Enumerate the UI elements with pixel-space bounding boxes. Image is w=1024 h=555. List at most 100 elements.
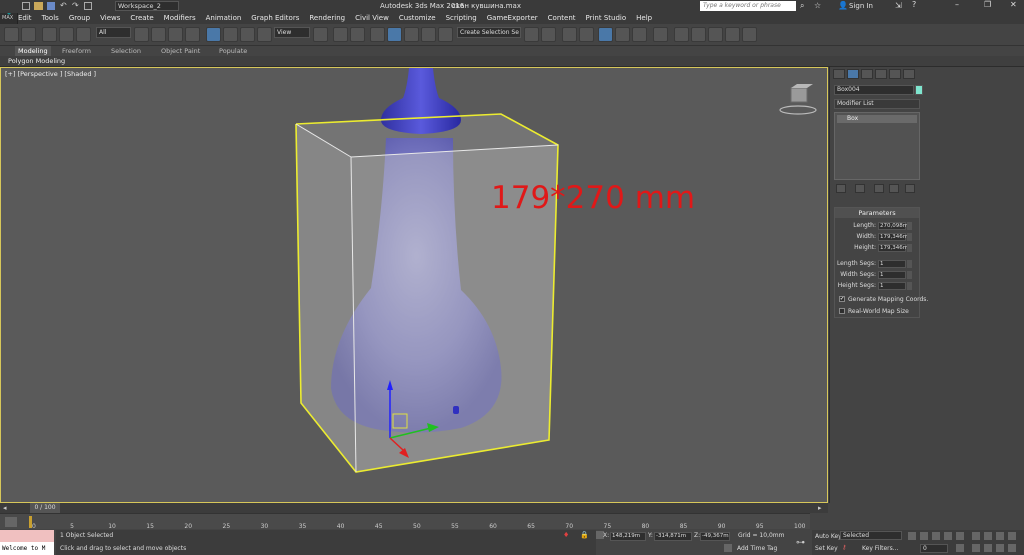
current-frame-field[interactable]: 0 [920,544,948,553]
render-production-icon[interactable] [708,27,723,42]
next-frame-icon[interactable] [944,532,952,540]
ribbon-toggle-icon[interactable] [598,27,613,42]
width-field[interactable]: 179,346m [878,233,908,241]
reference-coordinate-dropdown[interactable]: View [274,27,310,38]
add-time-tag[interactable]: Add Time Tag [737,545,777,552]
open-file-icon[interactable] [34,2,43,10]
menu-item-edit[interactable]: Edit [18,13,32,24]
zoom-all-icon[interactable] [984,532,992,540]
select-and-move-icon[interactable] [206,27,221,42]
ribbon-panel-label[interactable]: Polygon Modeling [8,57,65,65]
keyboard-shortcut-icon[interactable] [350,27,365,42]
select-and-scale-icon[interactable] [240,27,255,42]
select-and-rotate-icon[interactable] [223,27,238,42]
mirror-icon[interactable] [524,27,539,42]
help-icon[interactable]: ? [912,0,916,9]
length-segs-spinner[interactable] [907,260,912,268]
width-segs-spinner[interactable] [907,271,912,279]
ribbon-tab-modeling[interactable]: Modeling [15,46,51,56]
snaps-toggle-icon[interactable] [370,27,385,42]
redo-icon[interactable] [21,27,36,42]
cart-icon[interactable]: ⇲ [895,1,902,10]
z-coordinate[interactable]: -49,367m [700,532,730,541]
perspective-viewport[interactable]: [+] [Perspective ] [Shaded ] 179*270 mm [0,67,828,503]
motion-tab-icon[interactable] [875,69,887,79]
zoom-extents-all-icon[interactable] [1008,532,1016,540]
object-color-swatch[interactable] [915,85,923,95]
close-icon[interactable]: ✕ [1010,0,1017,9]
pivot-center-icon[interactable] [313,27,328,42]
select-manipulate-icon[interactable] [333,27,348,42]
selection-filter-dropdown[interactable]: All [96,27,131,38]
menu-item-print-studio[interactable]: Print Studio [586,13,627,24]
ribbon-tab-selection[interactable]: Selection [111,46,141,56]
a360-render-icon[interactable] [742,27,757,42]
play-icon[interactable] [932,532,940,540]
material-editor-icon[interactable] [653,27,668,42]
pin-stack-icon[interactable] [836,184,846,193]
modify-tab-icon[interactable] [847,69,859,79]
menu-item-modifiers[interactable]: Modifiers [164,13,196,24]
rectangular-selection-icon[interactable] [168,27,183,42]
ribbon-tab-freeform[interactable]: Freeform [62,46,91,56]
bind-space-warp-icon[interactable] [76,27,91,42]
menu-item-customize[interactable]: Customize [399,13,436,24]
key-filters-button[interactable]: Key Filters... [862,545,899,552]
menu-item-tools[interactable]: Tools [42,13,59,24]
length-segs-field[interactable]: 1 [878,260,906,268]
new-file-icon[interactable] [22,2,30,10]
go-to-end-icon[interactable] [956,532,964,540]
menu-item-animation[interactable]: Animation [206,13,242,24]
height-segs-spinner[interactable] [907,282,912,290]
search-input[interactable]: Type a keyword or phrase [700,1,796,11]
pan-view-icon[interactable] [984,544,992,552]
key-icon[interactable]: ⊶ [796,538,805,548]
schematic-view-icon[interactable] [632,27,647,42]
slider-right-icon[interactable]: ▸ [818,504,822,512]
search-icon[interactable]: ⌕ [800,1,804,11]
minimize-icon[interactable]: – [955,0,959,9]
select-by-name-icon[interactable] [151,27,166,42]
real-world-map-checkbox[interactable] [839,308,845,314]
previous-frame-icon[interactable] [920,532,928,540]
menu-item-group[interactable]: Group [69,13,90,24]
generate-mapping-checkbox[interactable]: ✔ [839,296,845,302]
parameters-header[interactable]: Parameters [835,208,919,218]
go-to-start-icon[interactable] [908,532,916,540]
hold-icon[interactable] [84,2,92,10]
key-mode-dropdown[interactable]: Selected [840,531,902,540]
height-spinner[interactable] [907,244,912,252]
utilities-tab-icon[interactable] [903,69,915,79]
maxscript-listener-top[interactable] [0,530,54,542]
length-field[interactable]: 270,098m [878,222,908,230]
menu-item-views[interactable]: Views [100,13,120,24]
ribbon-tab-object-paint[interactable]: Object Paint [161,46,200,56]
spinner-snap-icon[interactable] [421,27,436,42]
width-spinner[interactable] [907,233,912,241]
percent-snap-icon[interactable] [404,27,419,42]
select-and-place-icon[interactable] [257,27,272,42]
menu-item-rendering[interactable]: Rendering [309,13,345,24]
set-key-icon[interactable]: ⚷ [842,544,846,551]
edit-named-selection-icon[interactable] [438,27,453,42]
save-file-icon[interactable] [47,2,55,10]
stack-item-box[interactable]: Box [837,115,917,123]
ribbon-tab-populate[interactable]: Populate [219,46,247,56]
time-slider[interactable]: ◂ 0 / 100 ▸ [0,503,828,513]
show-end-result-icon[interactable] [855,184,865,193]
star-icon[interactable]: ☆ [814,1,821,10]
angle-snap-icon[interactable] [387,27,402,42]
remove-modifier-icon[interactable] [889,184,899,193]
render-setup-icon[interactable] [674,27,689,42]
select-object-icon[interactable] [134,27,149,42]
menu-item-graph-editors[interactable]: Graph Editors [251,13,299,24]
zoom-icon[interactable] [972,532,980,540]
maximize-viewport-icon[interactable] [1008,544,1016,552]
height-field[interactable]: 179,346m [878,244,908,252]
hierarchy-tab-icon[interactable] [861,69,873,79]
menu-item-content[interactable]: Content [548,13,576,24]
render-iterative-icon[interactable] [725,27,740,42]
width-segs-field[interactable]: 1 [878,271,906,279]
length-spinner[interactable] [907,222,912,230]
set-key-button[interactable]: Set Key [815,545,838,552]
